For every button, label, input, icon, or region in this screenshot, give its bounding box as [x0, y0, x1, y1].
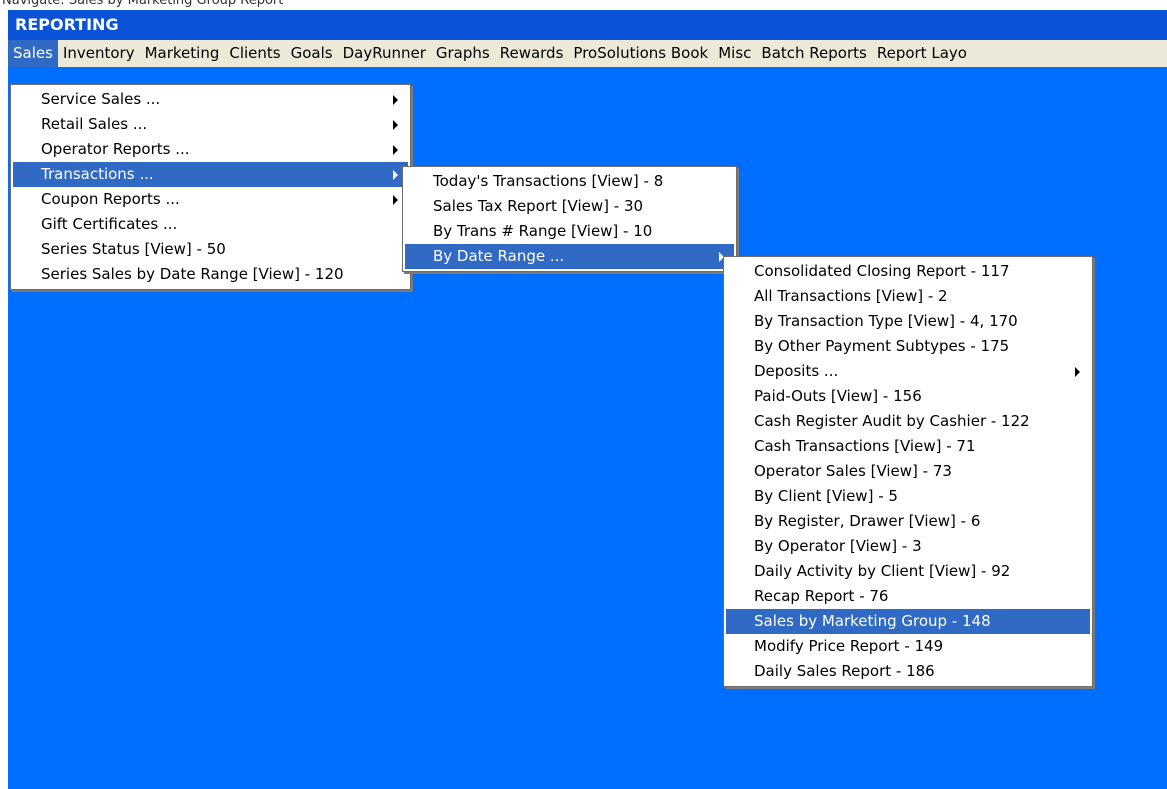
menu-item-retail-sales[interactable]: Retail Sales ...	[13, 112, 408, 137]
menu-item-label: By Client [View] - 5	[754, 487, 898, 505]
menu-item-daily-activity-by-client[interactable]: Daily Activity by Client [View] - 92	[726, 559, 1090, 584]
menu-item-by-other-payment-subtypes[interactable]: By Other Payment Subtypes - 175	[726, 334, 1090, 359]
submenu-arrow-icon	[1075, 366, 1080, 377]
menu-item-label: Paid-Outs [View] - 156	[754, 387, 922, 405]
menu-bar: Sales Inventory Marketing Clients Goals DayRu…	[8, 40, 1167, 68]
menu-item-label: By Register, Drawer [View] - 6	[754, 512, 981, 530]
menu-item-cash-transactions[interactable]: Cash Transactions [View] - 71	[726, 434, 1090, 459]
menu-item-by-operator[interactable]: By Operator [View] - 3	[726, 534, 1090, 559]
menu-item-modify-price-report[interactable]: Modify Price Report - 149	[726, 634, 1090, 659]
menu-item-label: Recap Report - 76	[754, 587, 889, 605]
sales-dropdown-menu: Service Sales ... Retail Sales ... Opera…	[10, 84, 411, 290]
menu-item-label: Gift Certificates ...	[41, 215, 178, 233]
submenu-arrow-icon	[393, 119, 398, 130]
menu-item-by-date-range[interactable]: By Date Range ...	[405, 244, 734, 269]
submenu-arrow-icon	[393, 169, 398, 180]
menu-item-label: By Other Payment Subtypes - 175	[754, 337, 1010, 355]
menu-item-gift-certificates[interactable]: Gift Certificates ...	[13, 212, 408, 237]
window-title: REPORTING	[15, 15, 119, 34]
menu-item-coupon-reports[interactable]: Coupon Reports ...	[13, 187, 408, 212]
menu-item-label: Coupon Reports ...	[41, 190, 180, 208]
menu-item-recap-report[interactable]: Recap Report - 76	[726, 584, 1090, 609]
menu-sales[interactable]: Sales	[8, 40, 58, 67]
menu-item-by-register-drawer[interactable]: By Register, Drawer [View] - 6	[726, 509, 1090, 534]
menu-item-label: Daily Sales Report - 186	[754, 662, 935, 680]
menu-item-label: Deposits ...	[754, 362, 839, 380]
menu-prosolutions-book[interactable]: ProSolutions Book	[568, 40, 713, 67]
menu-item-series-sales-by-date-range[interactable]: Series Sales by Date Range [View] - 120	[13, 262, 408, 287]
submenu-arrow-icon	[393, 194, 398, 205]
menu-item-label: Service Sales ...	[41, 90, 161, 108]
menu-item-label: Series Status [View] - 50	[41, 240, 226, 258]
menu-item-label: Retail Sales ...	[41, 115, 148, 133]
menu-inventory[interactable]: Inventory	[58, 40, 140, 67]
cutoff-caption: Navigate: Sales by Marketing Group Repor…	[0, 0, 1167, 10]
menu-item-by-transaction-type[interactable]: By Transaction Type [View] - 4, 170	[726, 309, 1090, 334]
menu-item-operator-sales[interactable]: Operator Sales [View] - 73	[726, 459, 1090, 484]
menu-item-label: Operator Sales [View] - 73	[754, 462, 952, 480]
menu-item-label: By Date Range ...	[433, 247, 565, 265]
menu-item-label: Cash Transactions [View] - 71	[754, 437, 976, 455]
menu-clients[interactable]: Clients	[224, 40, 285, 67]
menu-item-operator-reports[interactable]: Operator Reports ...	[13, 137, 408, 162]
menu-item-all-transactions[interactable]: All Transactions [View] - 2	[726, 284, 1090, 309]
menu-item-label: By Operator [View] - 3	[754, 537, 922, 555]
menu-item-daily-sales-report[interactable]: Daily Sales Report - 186	[726, 659, 1090, 684]
menu-batch-reports[interactable]: Batch Reports	[756, 40, 871, 67]
menu-item-transactions[interactable]: Transactions ...	[13, 162, 408, 187]
menu-marketing[interactable]: Marketing	[140, 40, 225, 67]
menu-rewards[interactable]: Rewards	[495, 40, 569, 67]
menu-item-label: Operator Reports ...	[41, 140, 190, 158]
menu-item-consolidated-closing-report[interactable]: Consolidated Closing Report - 117	[726, 259, 1090, 284]
menu-item-label: Daily Activity by Client [View] - 92	[754, 562, 1011, 580]
menu-item-series-status[interactable]: Series Status [View] - 50	[13, 237, 408, 262]
menu-item-todays-transactions[interactable]: Today's Transactions [View] - 8	[405, 169, 734, 194]
menu-item-sales-tax-report[interactable]: Sales Tax Report [View] - 30	[405, 194, 734, 219]
menu-item-label: Sales by Marketing Group - 148	[754, 612, 991, 630]
menu-goals[interactable]: Goals	[286, 40, 338, 67]
menu-item-label: Consolidated Closing Report - 117	[754, 262, 1010, 280]
menu-item-label: Series Sales by Date Range [View] - 120	[41, 265, 344, 283]
transactions-submenu: Today's Transactions [View] - 8 Sales Ta…	[402, 166, 737, 272]
menu-dayrunner[interactable]: DayRunner	[338, 40, 431, 67]
menu-item-deposits[interactable]: Deposits ...	[726, 359, 1090, 384]
menu-item-service-sales[interactable]: Service Sales ...	[13, 87, 408, 112]
menu-item-label: Today's Transactions [View] - 8	[433, 172, 664, 190]
menu-item-label: By Trans # Range [View] - 10	[433, 222, 653, 240]
date-range-submenu: Consolidated Closing Report - 117 All Tr…	[723, 256, 1093, 687]
menu-item-label: All Transactions [View] - 2	[754, 287, 948, 305]
menu-misc[interactable]: Misc	[713, 40, 756, 67]
menu-item-label: Sales Tax Report [View] - 30	[433, 197, 644, 215]
menu-item-by-client[interactable]: By Client [View] - 5	[726, 484, 1090, 509]
menu-item-label: Transactions ...	[41, 165, 154, 183]
menu-item-cash-register-audit[interactable]: Cash Register Audit by Cashier - 122	[726, 409, 1090, 434]
menu-item-label: Modify Price Report - 149	[754, 637, 944, 655]
menu-item-label: By Transaction Type [View] - 4, 170	[754, 312, 1018, 330]
menu-item-label: Cash Register Audit by Cashier - 122	[754, 412, 1030, 430]
menu-item-sales-by-marketing-group[interactable]: Sales by Marketing Group - 148	[726, 609, 1090, 634]
submenu-arrow-icon	[393, 94, 398, 105]
menu-graphs[interactable]: Graphs	[431, 40, 495, 67]
menu-item-by-trans-range[interactable]: By Trans # Range [View] - 10	[405, 219, 734, 244]
menu-report-layout[interactable]: Report Layo	[872, 40, 972, 67]
window-title-bar: REPORTING	[8, 10, 1167, 40]
submenu-arrow-icon	[393, 144, 398, 155]
menu-item-paid-outs[interactable]: Paid-Outs [View] - 156	[726, 384, 1090, 409]
